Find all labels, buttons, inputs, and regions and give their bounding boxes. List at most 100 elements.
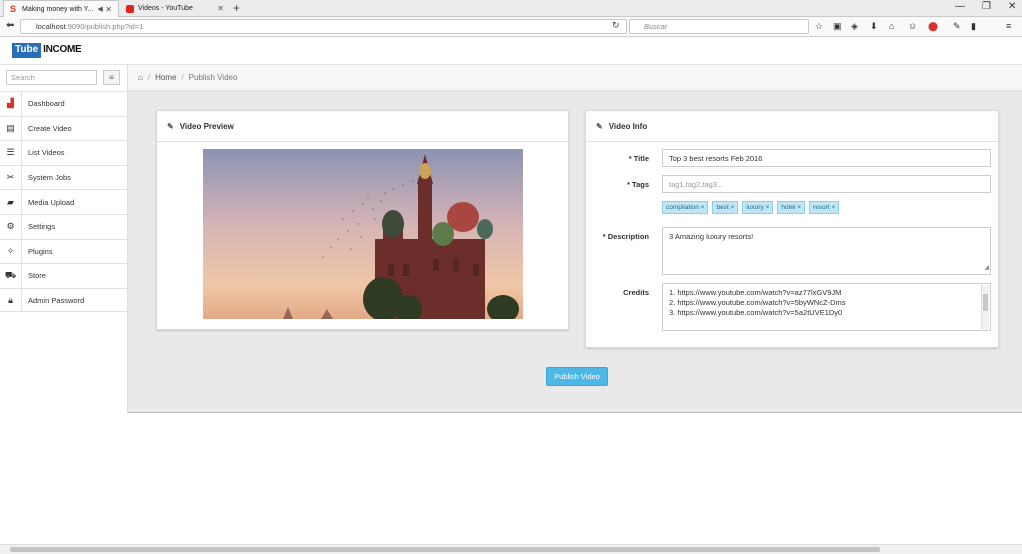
publish-button-label: Publish Video: [554, 372, 600, 381]
sidebar-item-label: Admin Password: [28, 295, 85, 305]
scrollbar-thumb[interactable]: [983, 294, 988, 311]
sidebar-item-system-jobs[interactable]: ✂ System Jobs: [0, 164, 128, 190]
sidebar-search-placeholder: Search: [11, 73, 35, 82]
sidebar-item-label: Media Upload: [28, 197, 75, 207]
tubeincome-logo[interactable]: Tube INCOME: [12, 43, 83, 58]
new-tab-icon[interactable]: +: [233, 1, 240, 15]
tag-chip[interactable]: best ×: [712, 201, 739, 214]
tab-title: Videos - YouTube: [138, 5, 193, 12]
main-content: ⌂ / Home / Publish Video ✎ Video Preview: [128, 65, 1022, 413]
browser-tab-bar: S Making money with Y... ◀ ✕ Videos - Yo…: [0, 0, 1022, 17]
sidebar-item-dashboard[interactable]: ▟ Dashboard: [0, 91, 128, 116]
restore-icon[interactable]: ❐: [982, 1, 991, 12]
sidebar-item-admin-password[interactable]: 🔒︎ Admin Password: [0, 287, 128, 313]
sidebar-toggle-button[interactable]: ≡: [103, 70, 120, 85]
tags-input[interactable]: tag1,tag2,tag3...: [662, 175, 991, 193]
resize-handle-icon[interactable]: ◢: [984, 263, 989, 273]
search-placeholder: Buscar: [644, 22, 668, 31]
bookmark-star-icon[interactable]: ☆: [815, 21, 823, 32]
extension-icon[interactable]: ✎: [953, 21, 961, 32]
lock-icon: 🔒︎: [0, 288, 22, 312]
title-input[interactable]: Top 3 best resorts Feb 2016: [662, 149, 991, 167]
cart-icon: ⛟: [0, 264, 22, 288]
sidebar-item-media-upload[interactable]: ▰ Media Upload: [0, 189, 128, 214]
sidebar-item-label: Dashboard: [28, 99, 65, 109]
description-textarea[interactable]: 3 Amazing luxury resorts! ◢: [662, 227, 991, 275]
title-label: * Title: [628, 154, 649, 163]
tools-icon: ✂: [0, 165, 22, 190]
sidebar-item-label: Create Video: [28, 123, 72, 133]
panel-header: ✎ Video Preview: [157, 111, 568, 142]
tag-chip[interactable]: luxury ×: [742, 201, 774, 214]
close-tab-icon[interactable]: ✕: [217, 4, 224, 13]
tag-list: compilation × best × luxury × hotel × re…: [662, 201, 840, 214]
tags-label: * Tags: [627, 180, 649, 189]
credit-line: 3. https://www.youtube.com/watch?v=5a2tU…: [669, 308, 843, 317]
sidebar-item-label: List Videos: [28, 148, 65, 158]
video-preview-panel: ✎ Video Preview: [156, 110, 569, 330]
credits-textarea[interactable]: 1. https://www.youtube.com/watch?v=az77l…: [662, 283, 991, 331]
minimize-icon[interactable]: —: [955, 1, 965, 12]
video-info-panel: ✎ Video Info * Title Top 3 best resorts …: [585, 110, 999, 348]
back-icon[interactable]: ⬅: [6, 20, 14, 31]
url-bar[interactable]: localhost:9090/publish.php?id=1: [20, 19, 627, 34]
sidebar: Search ≡ ▟ Dashboard ▤ Create Video ☰ Li…: [0, 65, 128, 413]
sidebar-item-label: Settings: [28, 222, 56, 232]
description-label: * Description: [602, 232, 649, 241]
tag-chip[interactable]: resort ×: [809, 201, 840, 214]
scrollbar-thumb[interactable]: [10, 547, 880, 552]
credits-label: Credits: [623, 288, 649, 297]
film-icon: ▤: [0, 116, 22, 141]
adblock-icon[interactable]: ⬤: [928, 21, 938, 32]
breadcrumb: ⌂ / Home / Publish Video: [128, 65, 1022, 91]
close-window-icon[interactable]: ✕: [1008, 1, 1016, 12]
download-icon[interactable]: ⬇: [870, 21, 878, 32]
home-icon[interactable]: ⌂: [138, 73, 143, 82]
logo-part-income: INCOME: [43, 44, 82, 55]
horizontal-scrollbar[interactable]: [0, 544, 1022, 554]
magic-icon: ✧: [0, 239, 22, 264]
breadcrumb-current: Publish Video: [188, 73, 238, 82]
pocket-icon[interactable]: ◈: [851, 21, 858, 32]
pencil-icon: ✎: [596, 121, 603, 131]
bar-chart-icon: ▟: [0, 92, 22, 116]
emoji-icon[interactable]: ☺: [908, 21, 917, 31]
sidebar-item-plugins[interactable]: ✧ Plugins: [0, 238, 128, 264]
credit-line: 1. https://www.youtube.com/watch?v=az77l…: [669, 288, 842, 297]
publish-video-button[interactable]: Publish Video: [546, 367, 608, 386]
description-value: 3 Amazing luxury resorts!: [669, 232, 754, 241]
tag-chip[interactable]: hotel ×: [777, 201, 806, 214]
breadcrumb-home-link[interactable]: Home: [155, 73, 176, 82]
battery-icon[interactable]: ▮: [971, 21, 976, 32]
tab-title: Making money with Y...: [22, 5, 94, 13]
sidebar-item-store[interactable]: ⛟ Store: [0, 263, 128, 288]
close-tab-icon[interactable]: ✕: [105, 5, 112, 14]
browser-tab-active[interactable]: S Making money with Y... ◀ ✕: [3, 0, 119, 17]
panel-title: Video Info: [608, 121, 648, 131]
reload-icon[interactable]: ↻: [612, 20, 620, 31]
list-icon: ☰: [0, 141, 22, 165]
sidebar-item-label: System Jobs: [28, 173, 71, 183]
video-thumbnail[interactable]: [203, 149, 523, 319]
breadcrumb-separator: /: [147, 73, 151, 82]
tag-chip[interactable]: compilation ×: [662, 201, 709, 214]
sidebar-item-create-video[interactable]: ▤ Create Video: [0, 115, 128, 141]
clipboard-icon[interactable]: ▣: [833, 21, 842, 32]
logo-part-tube: Tube: [12, 43, 42, 58]
sidebar-search-input[interactable]: Search: [6, 70, 97, 85]
home-icon[interactable]: ⌂: [889, 21, 894, 31]
hamburger-icon: ≡: [109, 73, 114, 82]
sidebar-item-list-videos[interactable]: ☰ List Videos: [0, 140, 128, 165]
credits-scrollbar[interactable]: [981, 285, 989, 329]
gears-icon: ⚙: [0, 214, 22, 239]
browser-tab-youtube[interactable]: Videos - YouTube ✕: [120, 0, 230, 17]
sidebar-item-settings[interactable]: ⚙ Settings: [0, 213, 128, 239]
tags-placeholder: tag1,tag2,tag3...: [669, 179, 724, 189]
panel-title: Video Preview: [179, 121, 234, 131]
sidebar-nav: ▟ Dashboard ▤ Create Video ☰ List Videos…: [0, 91, 128, 313]
url-path: :9090/publish.php?id=1: [65, 22, 144, 31]
menu-icon[interactable]: ≡: [1006, 21, 1011, 31]
url-host: localhost: [36, 22, 66, 31]
browser-search-input[interactable]: Buscar: [629, 19, 809, 34]
speaker-icon[interactable]: ◀: [97, 5, 102, 13]
